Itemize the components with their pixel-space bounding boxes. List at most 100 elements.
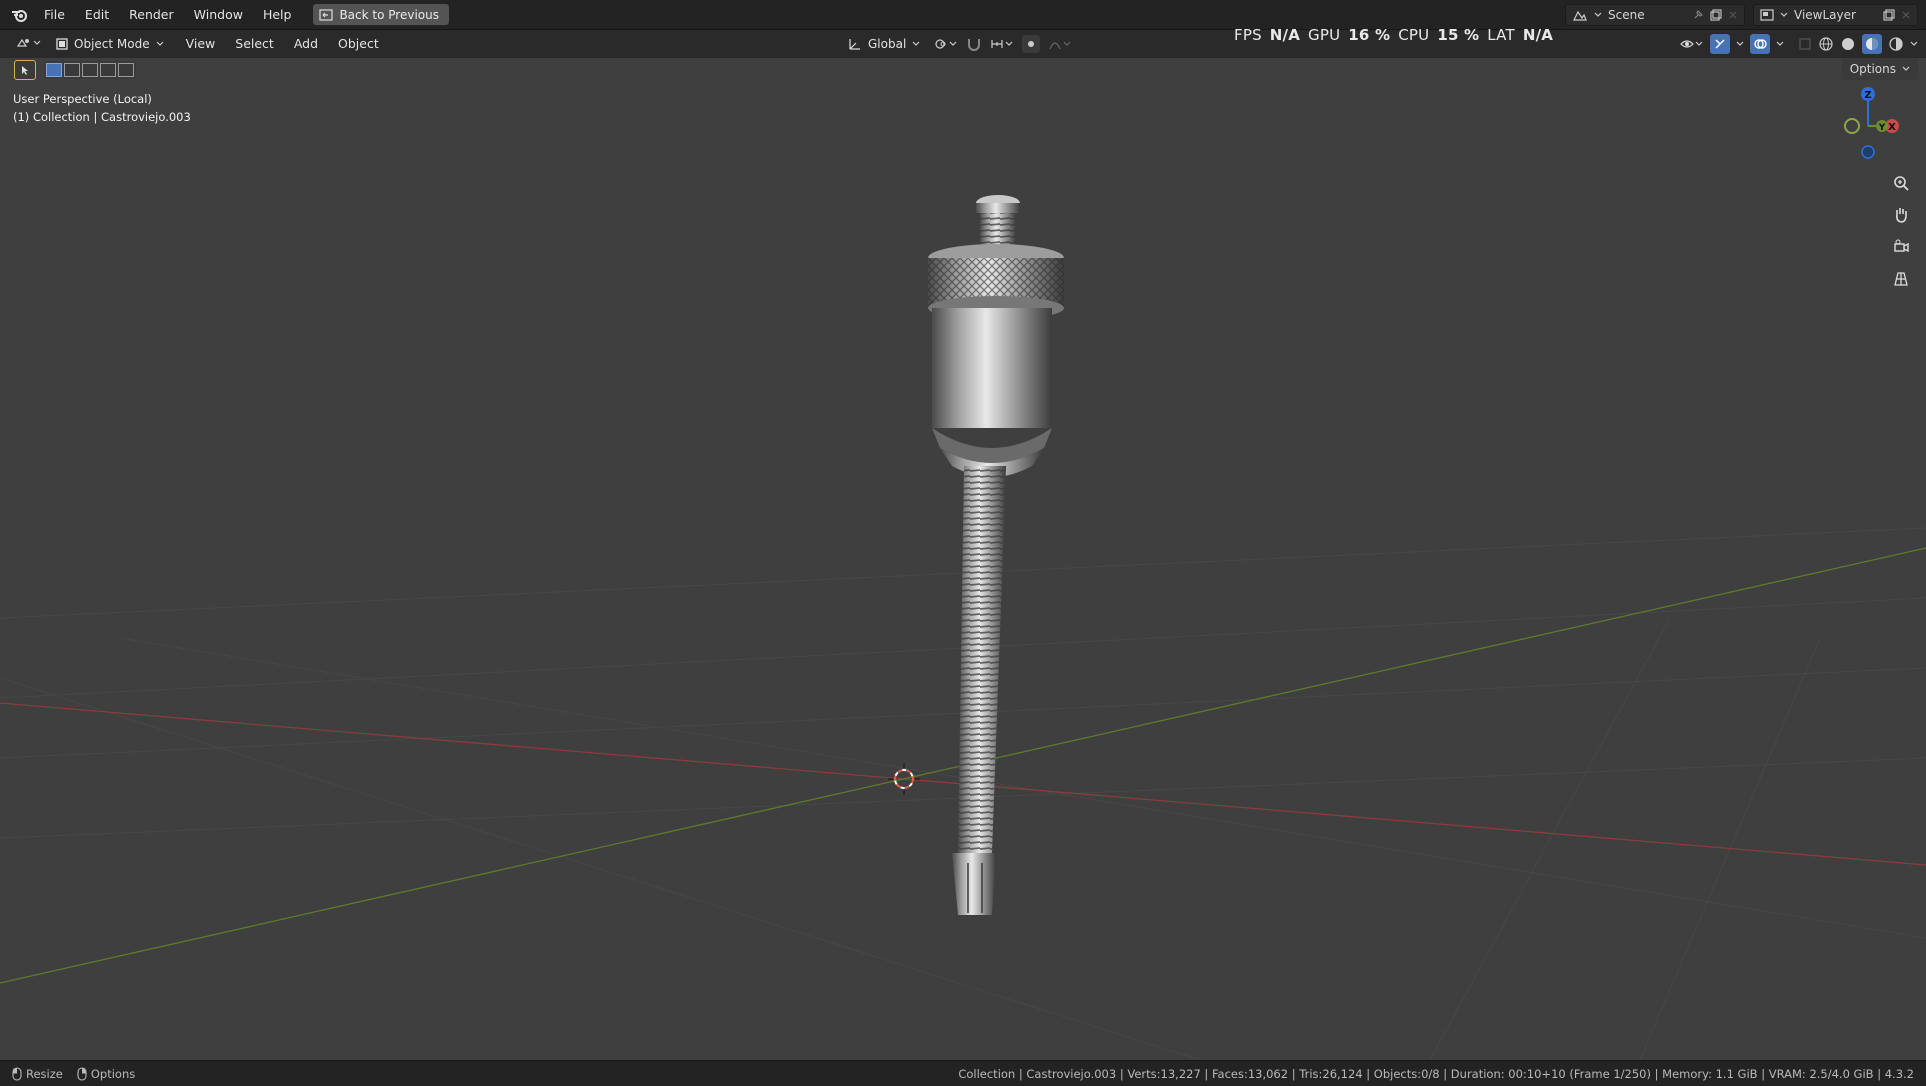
select-intersect-icon[interactable] (118, 63, 134, 77)
orthographic-grid-icon[interactable] (1888, 266, 1914, 292)
camera-view-icon[interactable] (1888, 234, 1914, 260)
select-box-tool[interactable] (14, 60, 36, 80)
menu-help[interactable]: Help (253, 0, 302, 30)
new-viewlayer-icon[interactable] (1883, 9, 1895, 21)
viewlayer-name: ViewLayer (1794, 8, 1856, 22)
select-invert-icon[interactable] (100, 63, 116, 77)
gizmo-toggle-icon[interactable] (1710, 34, 1730, 54)
cpu-value: 15 % (1437, 26, 1480, 44)
menu-select[interactable]: Select (225, 30, 284, 58)
main-menu: File Edit Render Window Help (34, 0, 301, 30)
viewport-options-button[interactable]: Options (1841, 58, 1918, 80)
viewlayer-selector[interactable]: ViewLayer (1753, 4, 1918, 26)
editor-type-icon[interactable] (16, 36, 42, 50)
select-subtract-icon[interactable] (82, 63, 98, 77)
viewlayer-icon (1760, 9, 1774, 21)
back-to-previous-button[interactable]: Back to Previous (313, 4, 449, 25)
viewport-menus: View Select Add Object (176, 30, 389, 58)
pan-hand-icon[interactable] (1888, 202, 1914, 228)
gizmo-neg-y[interactable] (1844, 118, 1860, 134)
object-mode-icon (56, 38, 68, 50)
scene-name: Scene (1608, 8, 1645, 22)
screen-back-icon (319, 8, 334, 21)
snap-magnet-icon[interactable] (966, 37, 982, 51)
castroviejo-model[interactable] (928, 195, 1064, 915)
menu-window[interactable]: Window (184, 0, 253, 30)
cursor-arrow-icon (19, 64, 31, 76)
falloff-curve-icon[interactable] (1048, 37, 1072, 51)
scene-icon (1572, 8, 1588, 22)
menu-add[interactable]: Add (284, 30, 328, 58)
viewport-overlay-controls (1680, 33, 1918, 55)
status-options-hint: Options (90, 1066, 136, 1081)
selection-mode-buttons (44, 61, 136, 79)
mouse-left-icon (12, 1066, 22, 1081)
menu-object[interactable]: Object (328, 30, 389, 58)
orientation-axes-icon (848, 37, 862, 51)
fps-label: FPS (1234, 26, 1262, 44)
chevron-down-icon[interactable] (1776, 41, 1784, 47)
close-icon[interactable] (1728, 10, 1738, 20)
viewport-info-text: User Perspective (Local) (1) Collection … (13, 90, 191, 126)
tool-header-row (14, 58, 136, 82)
wireframe-shading-icon[interactable] (1818, 36, 1834, 52)
menu-render[interactable]: Render (119, 0, 184, 30)
snap-increment-icon[interactable] (990, 37, 1014, 51)
proportional-editing-icon[interactable] (1022, 35, 1041, 53)
gizmo-z-label: Z (1864, 90, 1871, 101)
viewport-scene (0, 195, 1926, 1060)
material-preview-shading-icon[interactable] (1862, 34, 1882, 54)
close-icon[interactable] (1901, 10, 1911, 20)
cpu-label: CPU (1398, 26, 1430, 44)
rendered-shading-icon[interactable] (1888, 36, 1904, 52)
gpu-label: GPU (1308, 26, 1341, 44)
object-mode-selector[interactable]: Object Mode (50, 33, 170, 55)
top-menu-bar: File Edit Render Window Help Back to Pre… (0, 0, 1926, 30)
chevron-down-icon (1902, 66, 1910, 72)
back-to-previous-label: Back to Previous (339, 7, 439, 22)
select-extend-icon[interactable] (64, 63, 80, 77)
overlays-toggle-icon[interactable] (1750, 34, 1770, 54)
blender-logo-icon[interactable] (6, 0, 34, 30)
3d-viewport[interactable]: Options User Perspective (Local) (1) Col… (0, 58, 1926, 1060)
solid-shading-icon[interactable] (1840, 36, 1856, 52)
gpu-value: 16 % (1348, 26, 1391, 44)
status-resize-hint: Resize (26, 1066, 63, 1081)
menu-edit[interactable]: Edit (75, 0, 119, 30)
scene-selector[interactable]: Scene (1565, 4, 1745, 26)
performance-overlay: FPS N/A GPU 16 % CPU 15 % LAT N/A (1234, 26, 1553, 44)
navigation-gizmo[interactable]: Z X Y (1828, 86, 1908, 166)
chevron-down-icon (1594, 12, 1602, 18)
viewport-options-label: Options (1849, 62, 1896, 76)
transform-controls: Global (842, 33, 1072, 55)
pin-icon[interactable] (1692, 9, 1704, 21)
chevron-down-icon (1780, 12, 1788, 18)
status-bar: Resize Options Collection | Castroviejo.… (0, 1060, 1926, 1086)
chevron-down-icon[interactable] (1910, 41, 1918, 47)
menu-view[interactable]: View (176, 30, 226, 58)
visibility-eye-icon[interactable] (1680, 37, 1704, 51)
lat-value: N/A (1522, 26, 1554, 44)
xray-toggle-icon[interactable] (1798, 37, 1812, 51)
fps-value: N/A (1269, 26, 1301, 44)
zoom-icon[interactable] (1888, 170, 1914, 196)
menu-file[interactable]: File (34, 0, 75, 30)
collection-object-info: (1) Collection | Castroviejo.003 (13, 110, 191, 124)
select-new-icon[interactable] (46, 63, 62, 77)
gizmo-x-label: X (1888, 122, 1896, 133)
pivot-point-icon[interactable] (934, 37, 958, 51)
gizmo-y-label: Y (1878, 123, 1886, 133)
transform-orientation-label: Global (868, 37, 907, 51)
mouse-right-icon (77, 1066, 87, 1081)
chevron-down-icon[interactable] (1736, 41, 1744, 47)
scene-statistics: Collection | Castroviejo.003 | Verts:13,… (958, 1067, 1914, 1081)
object-mode-label: Object Mode (74, 37, 150, 51)
new-scene-icon[interactable] (1710, 9, 1722, 21)
view-name: User Perspective (Local) (13, 92, 152, 106)
transform-orientation-selector[interactable]: Global (842, 33, 926, 55)
navigation-tools (1888, 170, 1914, 292)
chevron-down-icon (156, 41, 164, 47)
chevron-down-icon (912, 41, 920, 47)
viewport-header: Object Mode View Select Add Object Globa… (0, 30, 1926, 58)
gizmo-neg-z[interactable] (1861, 145, 1875, 159)
